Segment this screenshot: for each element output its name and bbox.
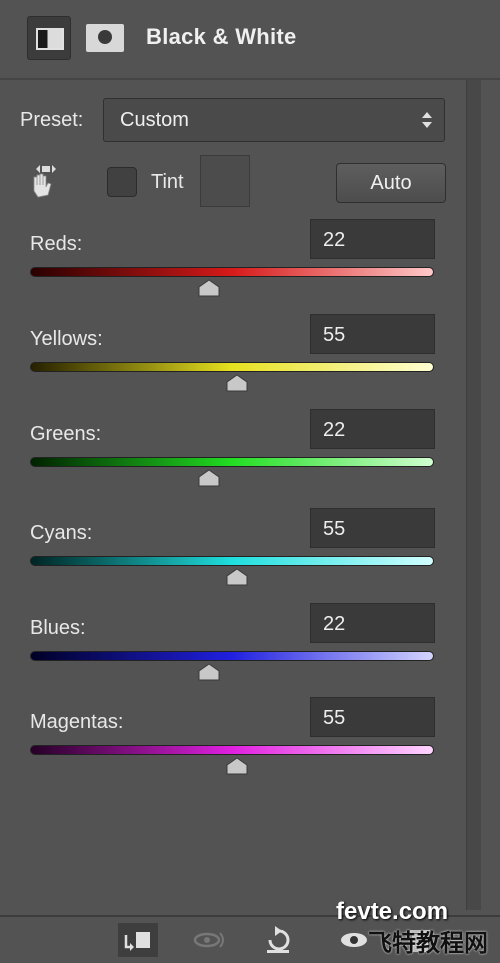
- slider-value-input[interactable]: 55: [310, 508, 435, 548]
- slider-thumb-icon[interactable]: [225, 568, 249, 586]
- slider-value-input[interactable]: 55: [310, 314, 435, 354]
- scrollbar[interactable]: [466, 80, 481, 910]
- view-previous-state-icon[interactable]: [190, 923, 230, 957]
- slider-greens: Greens: 22: [0, 409, 466, 518]
- slider-track[interactable]: [30, 362, 434, 372]
- panel-header: Black & White: [0, 0, 500, 80]
- targeted-adjustment-hand-icon[interactable]: [26, 163, 66, 203]
- slider-track[interactable]: [30, 745, 434, 755]
- preset-label: Preset:: [20, 109, 84, 131]
- watermark-text-chinese: 飞特教程网: [368, 930, 488, 957]
- watermark-text: fevte.com: [336, 898, 449, 925]
- reset-icon[interactable]: [258, 923, 298, 957]
- slider-magentas: Magentas: 55: [0, 697, 466, 806]
- tint-checkbox[interactable]: [107, 167, 137, 197]
- tint-label: Tint: [151, 171, 184, 193]
- slider-thumb-icon[interactable]: [197, 279, 221, 297]
- slider-label: Cyans:: [30, 522, 93, 544]
- slider-value-input[interactable]: 22: [310, 409, 435, 449]
- preset-dropdown[interactable]: Custom: [103, 98, 445, 142]
- slider-thumb-icon[interactable]: [197, 469, 221, 487]
- slider-thumb-icon[interactable]: [197, 663, 221, 681]
- slider-value-input[interactable]: 55: [310, 697, 435, 737]
- slider-label: Magentas:: [30, 711, 124, 733]
- slider-track[interactable]: [30, 457, 434, 467]
- tint-color-swatch[interactable]: [200, 155, 250, 207]
- slider-track[interactable]: [30, 651, 434, 661]
- panel-title: Black & White: [146, 24, 297, 49]
- slider-track[interactable]: [30, 556, 434, 566]
- slider-thumb-icon[interactable]: [225, 757, 249, 775]
- slider-label: Reds:: [30, 233, 83, 255]
- slider-label: Yellows:: [30, 328, 103, 350]
- dropdown-arrows-icon: [422, 112, 432, 128]
- clip-to-layer-icon[interactable]: [118, 923, 158, 957]
- adjustment-layer-icon[interactable]: [27, 16, 71, 60]
- slider-track[interactable]: [30, 267, 434, 277]
- slider-label: Blues:: [30, 617, 86, 639]
- preset-value: Custom: [120, 109, 189, 131]
- layer-mask-icon[interactable]: [86, 24, 124, 52]
- auto-button[interactable]: Auto: [336, 163, 446, 203]
- slider-value-input[interactable]: 22: [310, 219, 435, 259]
- slider-label: Greens:: [30, 423, 102, 445]
- slider-value-input[interactable]: 22: [310, 603, 435, 643]
- slider-thumb-icon[interactable]: [225, 374, 249, 392]
